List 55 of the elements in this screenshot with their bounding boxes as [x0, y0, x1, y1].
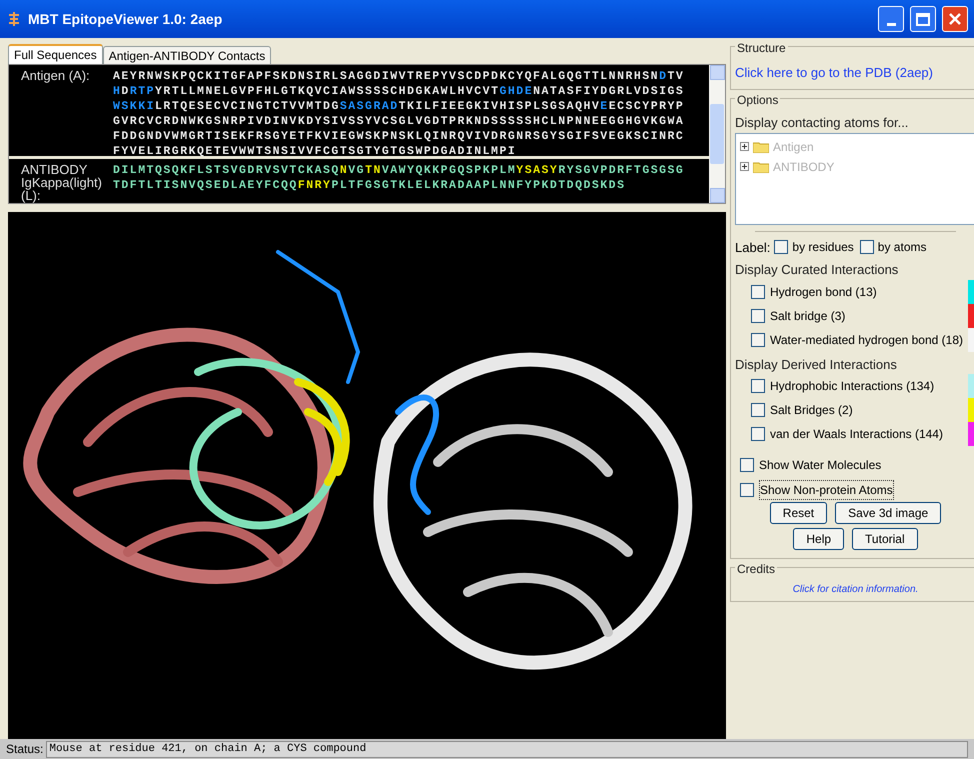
chain-label: ANTIBODY IgKappa(light) (L): [21, 161, 103, 202]
label-caption: Label: [735, 238, 770, 256]
status-label: Status: [6, 741, 44, 758]
checkbox[interactable] [751, 403, 765, 417]
minimize-button[interactable] [878, 6, 904, 32]
chain-label: Antigen (A): [21, 67, 91, 85]
group-title: Display Derived Interactions [735, 356, 898, 374]
checkbox[interactable] [751, 332, 765, 346]
sequence-line: H D RTPYRTLLMNELGVPFHLGTKQVCIAWSSSSCHDGKAWLHVCVTGHDENATASFIYDGRLVDSIGS [113, 84, 684, 99]
checkbox[interactable] [740, 458, 754, 472]
checkbox-label: Salt bridge (3) [770, 308, 846, 324]
sequence-line: FYVELIRGRKQETEVWWTSNSIVVFCGTSGTYGTGSWPDGADINLMPI [113, 144, 518, 159]
app-icon [6, 11, 22, 27]
sequence-line: GVRCVCRDNWKGSNRPIVDINVKDYSIVSSYVCSGLVGDTPRKNDSSSSSHCLNPNNEEGGHGVKGWA [113, 114, 684, 129]
checkbox[interactable] [751, 308, 765, 322]
checkbox-label: Water-mediated hydrogen bond (18) [770, 332, 963, 348]
checkbox[interactable] [860, 240, 874, 254]
maximize-button[interactable] [910, 6, 936, 32]
folder-icon [753, 160, 769, 172]
sequence-line: WSKKI LRTQESECVCINGTCTVVMTDGSASGRADTKILFIEEGKIVHISPLSGSAQHVE ECSCYPRYP [113, 99, 684, 114]
window-title: MBT EpitopeViewer 1.0: 2aep [28, 10, 224, 29]
action-button[interactable]: Tutorial [852, 528, 918, 550]
group-title: Display Curated Interactions [735, 261, 900, 279]
close-button[interactable] [942, 6, 968, 32]
checkbox-label: Hydrophobic Interactions (134) [770, 378, 936, 395]
checkbox-label: Show Water Molecules [759, 457, 882, 474]
folder-icon [753, 140, 769, 152]
checkbox[interactable] [751, 379, 765, 393]
tab[interactable]: Antigen-ANTIBODY Contacts [102, 46, 272, 64]
expand-toggle[interactable] [740, 162, 749, 171]
expand-toggle[interactable] [740, 142, 749, 151]
checkbox[interactable] [751, 427, 765, 441]
pdb-link[interactable]: Click here to go to the PDB (2aep) [735, 65, 933, 80]
checkbox-label: Hydrogen bond (13) [770, 284, 878, 300]
checkbox-label: by atoms [878, 239, 926, 256]
checkbox-label: by residues [792, 239, 854, 256]
checkbox-label: van der Waals Interactions (144) [770, 426, 944, 443]
checkbox[interactable] [774, 240, 788, 254]
sequence-line: TDFTLTISNVQSEDLAEYFCQQ FNRYPLTFGSGTKLELKRADAAPLNNFYPKDTDQDSKDS [113, 178, 626, 193]
citation-link[interactable]: Click for citation information. [735, 582, 974, 597]
close-icon [948, 12, 962, 26]
checkbox-label: Salt Bridges (2) [770, 402, 854, 419]
action-button[interactable]: Help [793, 528, 844, 550]
status-field: Mouse at residue 421, on chain A; a CYS compound [46, 740, 968, 758]
sequence-line: DILMTQSQKFLSTSVGDRVSVTCKASQ NVG TNVAWYQKKPGQSPKPLMYSASY RYSGVPDRFTGSGSG [113, 163, 684, 178]
action-button[interactable]: Reset [770, 502, 828, 524]
checkbox-label: Show Non-protein Atoms [759, 480, 894, 500]
action-button[interactable]: Save 3d image [835, 502, 942, 524]
checkbox[interactable] [740, 483, 754, 497]
checkbox[interactable] [751, 284, 765, 298]
sequence-line: FDDGNDVWMGRTISEKFRSGYETFKVIEGWSKPNSKLQINRQVIVDRGNRSGYSGIFSVEGKSCINRC [113, 129, 684, 144]
scrollbar[interactable] [709, 65, 725, 203]
tab[interactable]: Full Sequences [8, 44, 103, 64]
tree-title: Display contacting atoms for... [735, 114, 910, 132]
sequence-line: AEYRNWSKPQCKITGFAPFSKDNSIRLSAGGDIWVTREPYVSCDPDKCYQFALGQGTTLNNRHSN DTV [113, 69, 684, 84]
